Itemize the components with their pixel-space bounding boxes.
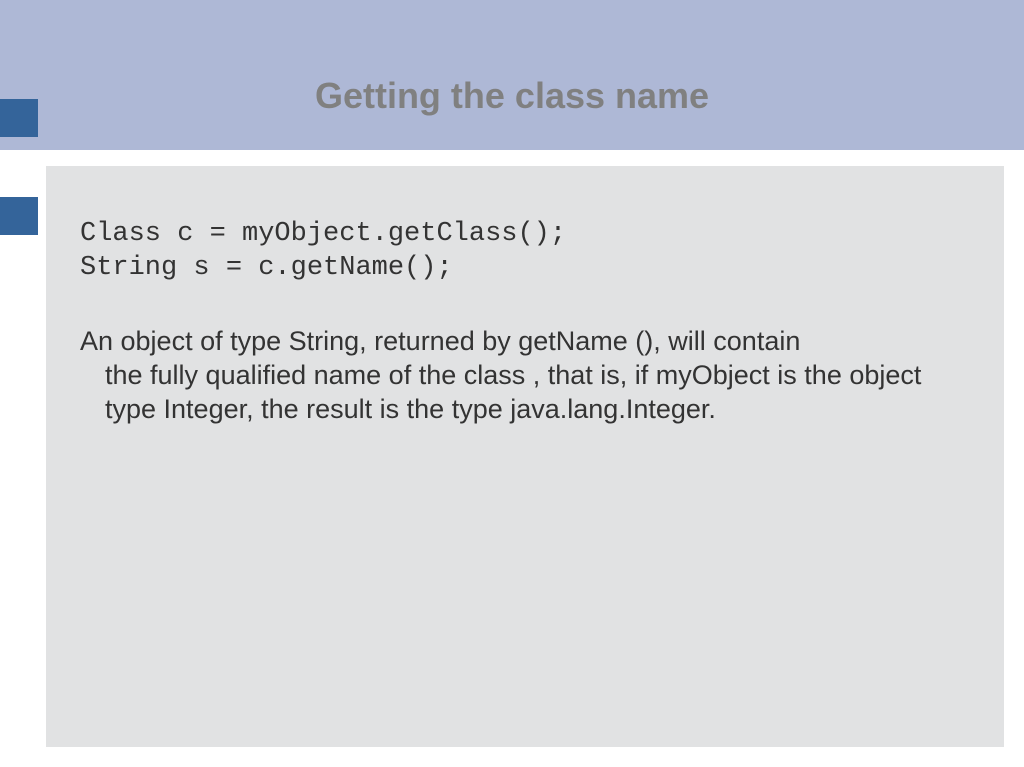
description-first-line: An object of type String, returned by ge…	[80, 326, 800, 356]
description-rest: the fully qualified name of the class , …	[80, 359, 964, 427]
accent-decoration-2	[0, 197, 38, 235]
description-text: An object of type String, returned by ge…	[80, 325, 964, 426]
code-line-1: Class c = myObject.getClass();	[80, 219, 566, 249]
code-line-2: String s = c.getName();	[80, 253, 453, 283]
slide-title: Getting the class name	[0, 75, 1024, 117]
code-block: Class c = myObject.getClass(); String s …	[80, 218, 566, 286]
